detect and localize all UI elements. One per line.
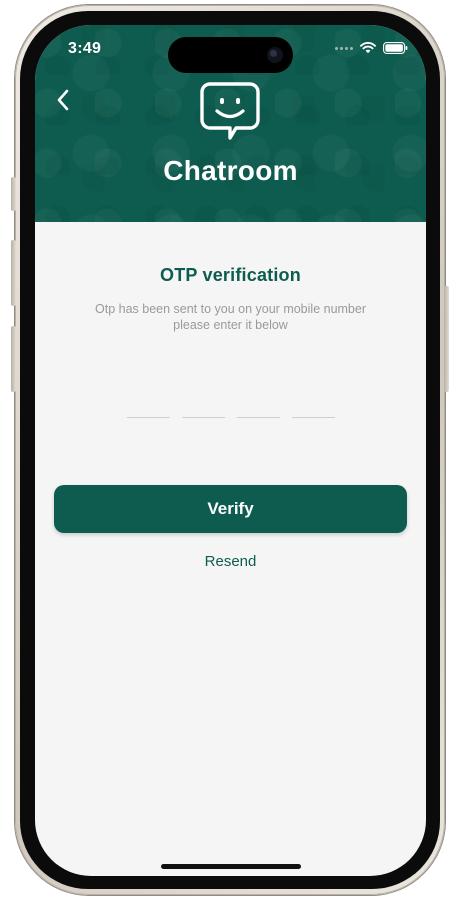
otp-input-row: [127, 393, 335, 419]
volume-down-button: [11, 326, 16, 392]
otp-title: OTP verification: [160, 265, 301, 285]
volume-up-button: [11, 240, 16, 306]
app-screen: 3:49 Chatroom OTP verification Otp has b…: [35, 25, 426, 876]
device-stage: 3:49 Chatroom OTP verification Otp has b…: [0, 0, 460, 900]
wifi-icon: [360, 42, 376, 54]
chat-bubble-smiley-icon: [200, 82, 260, 140]
status-icons: [335, 42, 408, 54]
header: 3:49 Chatroom: [35, 25, 426, 222]
home-indicator[interactable]: [161, 864, 301, 869]
status-time: 3:49: [68, 40, 102, 57]
signal-dots-icon: [335, 46, 353, 50]
camera-icon: [267, 47, 283, 63]
otp-digit-4[interactable]: [292, 393, 335, 418]
dynamic-island: [168, 37, 293, 73]
resend-link[interactable]: Resend: [35, 553, 426, 570]
app-title: Chatroom: [163, 155, 298, 186]
otp-digit-2[interactable]: [182, 393, 225, 418]
battery-icon: [383, 42, 408, 54]
otp-subtitle: Otp has been sent to you on your mobile …: [75, 301, 386, 333]
otp-subtitle-line-1: Otp has been sent to you on your mobile …: [95, 302, 366, 316]
silent-switch: [11, 177, 16, 211]
chevron-left-icon[interactable]: [53, 87, 75, 113]
otp-digit-1[interactable]: [127, 393, 170, 418]
otp-subtitle-line-2: please enter it below: [173, 318, 288, 332]
power-button: [444, 286, 449, 392]
verify-button[interactable]: Verify: [54, 485, 407, 533]
otp-digit-3[interactable]: [237, 393, 280, 418]
